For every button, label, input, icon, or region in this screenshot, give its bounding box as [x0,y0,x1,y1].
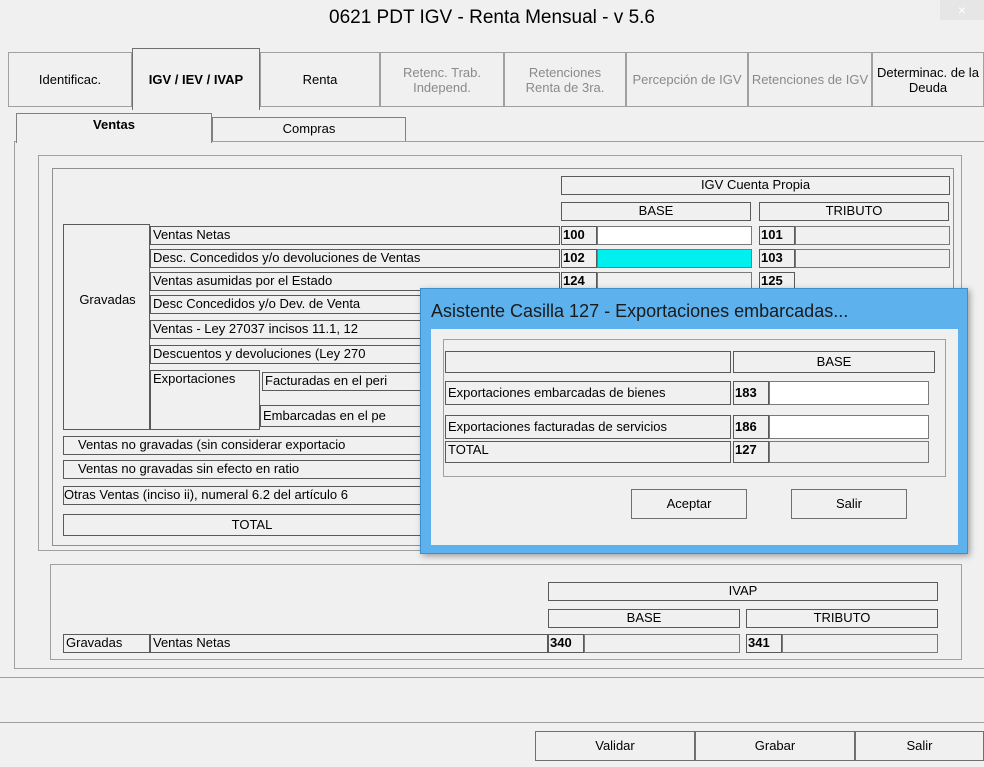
tab-retenc-trab[interactable]: Retenc. Trab. Independ. [380,52,504,106]
tab-igv-iev-ivap[interactable]: IGV / IEV / IVAP [132,48,260,110]
tab-label: Retenciones de IGV [751,72,869,87]
tab-identificacion[interactable]: Identificac. [8,52,132,106]
aceptar-button[interactable]: Aceptar [631,489,747,519]
code-label: 340 [548,634,584,653]
dialog-body: BASE Exportaciones embarcadas de bienes … [431,329,958,545]
no-gravadas-ratio-label: Ventas no gravadas sin efecto en ratio [63,460,441,479]
ivap-header: IVAP [548,582,938,601]
code-label: 102 [561,249,597,268]
subtab-label: Ventas [93,117,135,132]
code-label: 101 [759,226,795,245]
asistente-dialog: Asistente Casilla 127 - Exportaciones em… [420,288,968,554]
ivap-gravadas-label: Gravadas [63,634,150,653]
igv-base-header: BASE [561,202,751,221]
code-label: 341 [746,634,782,653]
validar-button[interactable]: Validar [535,731,695,761]
dialog-code: 127 [733,441,769,463]
no-gravadas-label: Ventas no gravadas (sin considerar expor… [63,436,441,455]
window-title: 0621 PDT IGV - Renta Mensual - v 5.6 [329,7,655,28]
button-label: Grabar [754,738,796,753]
facturadas-servicios-input[interactable] [769,415,929,439]
code-label: 100 [561,226,597,245]
ivap-base-field[interactable] [584,634,740,653]
desc-concedidos-base-input[interactable] [597,249,752,268]
row-label: Ventas - Ley 27037 incisos 11.1, 12 [150,320,440,339]
button-label: Salir [906,738,933,753]
embarcadas-bienes-input[interactable] [769,381,929,405]
tab-label: Determinac. de la Deuda [877,64,979,95]
subtab-label: Compras [282,121,336,136]
status-bar [0,677,984,723]
tab-label: Retenc. Trab. Independ. [402,64,482,95]
tab-retenciones-renta[interactable]: Retenciones Renta de 3ra. [504,52,626,106]
code-label: 103 [759,249,795,268]
title-bar: 0621 PDT IGV - Renta Mensual - v 5.6 × [0,0,984,38]
dialog-code: 186 [733,415,769,439]
tab-determinacion-deuda[interactable]: Determinac. de la Deuda [872,52,984,106]
dialog-row-label: Exportaciones facturadas de servicios [445,415,731,439]
row-label: Desc. Concedidos y/o devoluciones de Ven… [150,249,560,268]
row-label: Ventas Netas [150,226,560,245]
dialog-row-label: TOTAL [445,441,731,463]
button-label: Validar [595,738,635,753]
embarcadas-label: Embarcadas en el pe [260,405,440,427]
igv-cuenta-propia-header: IGV Cuenta Propia [561,176,950,195]
total-127-field [769,441,929,463]
close-icon[interactable]: × [940,0,984,20]
ivap-ventas-netas-label: Ventas Netas [150,634,548,653]
tab-label: Renta [302,72,338,87]
facturadas-label: Facturadas en el peri [262,372,442,391]
button-label: Aceptar [666,496,712,511]
subtab-compras[interactable]: Compras [212,117,406,141]
tab-label: Retenciones Renta de 3ra. [525,64,605,95]
ivap-tributo-header: TRIBUTO [746,609,938,628]
tab-retenciones-igv[interactable]: Retenciones de IGV [748,52,872,106]
subtab-ventas[interactable]: Ventas [16,113,212,143]
dialog-title: Asistente Casilla 127 - Exportaciones em… [431,301,849,321]
gravadas-label: Gravadas [63,224,150,430]
salir-button[interactable]: Salir [855,731,984,761]
dialog-code: 183 [733,381,769,405]
ventas-netas-base-input[interactable] [597,226,752,245]
tab-label: Percepción de IGV [632,72,742,87]
desc-concedidos-tributo-field [795,249,950,268]
tab-label: IGV / IEV / IVAP [148,72,244,87]
exportaciones-label: Exportaciones [150,370,260,430]
row-label: Desc Concedidos y/o Dev. de Venta [150,295,440,314]
total-label: TOTAL [63,514,441,536]
dialog-base-header: BASE [733,351,935,373]
tab-percepcion-igv[interactable]: Percepción de IGV [626,52,748,106]
igv-tributo-header: TRIBUTO [759,202,949,221]
tab-label: Identificac. [38,72,102,87]
otras-ventas-label: Otras Ventas (inciso ii), numeral 6.2 de… [63,486,441,505]
tab-renta[interactable]: Renta [260,52,380,106]
row-label: Descuentos y devoluciones (Ley 270 [150,345,440,364]
grabar-button[interactable]: Grabar [695,731,855,761]
ventas-netas-tributo-field [795,226,950,245]
button-label: Salir [835,496,862,511]
ivap-base-header: BASE [548,609,740,628]
dialog-salir-button[interactable]: Salir [791,489,907,519]
ivap-tributo-field [782,634,938,653]
dialog-header-blank [445,351,731,373]
dialog-row-label: Exportaciones embarcadas de bienes [445,381,731,405]
